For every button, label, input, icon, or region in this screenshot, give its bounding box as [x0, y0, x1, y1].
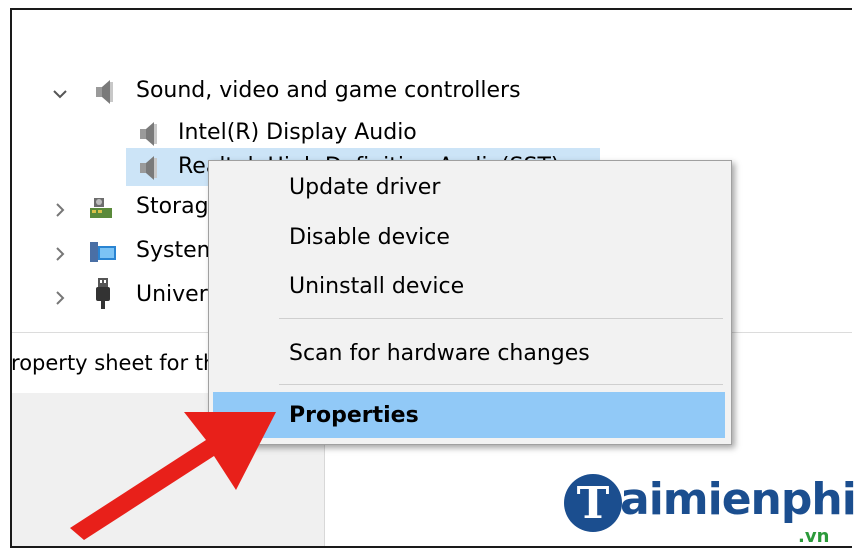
chevron-right-icon[interactable] [52, 290, 68, 306]
tree-category-sound[interactable]: Sound, video and game controllers [136, 76, 521, 106]
system-devices-icon [88, 238, 118, 266]
menu-separator [279, 384, 723, 385]
menu-item-disable-device[interactable]: Disable device [209, 215, 731, 259]
menu-item-update-driver[interactable]: Update driver [209, 165, 731, 209]
logo-wordmark: aimienphi [620, 474, 854, 525]
chevron-right-icon[interactable] [52, 246, 68, 262]
context-menu: Update driver Disable device Uninstall d… [208, 160, 732, 445]
menu-separator [279, 318, 723, 319]
speaker-icon [136, 120, 160, 148]
watermark-logo: T aimienphi .vn [564, 474, 854, 550]
chevron-down-icon[interactable] [52, 86, 68, 102]
chevron-right-icon[interactable] [52, 202, 68, 218]
tree-item-intel-audio[interactable]: Intel(R) Display Audio [178, 118, 417, 148]
menu-item-properties[interactable]: Properties [213, 392, 725, 438]
menu-item-scan-hardware[interactable]: Scan for hardware changes [209, 331, 731, 375]
usb-icon [94, 276, 112, 310]
logo-initial: T [564, 474, 622, 532]
storage-controller-icon [88, 194, 116, 222]
menu-item-uninstall-device[interactable]: Uninstall device [209, 264, 731, 308]
logo-domain: .vn [798, 526, 830, 547]
speaker-icon [92, 78, 116, 106]
speaker-icon [136, 154, 160, 182]
